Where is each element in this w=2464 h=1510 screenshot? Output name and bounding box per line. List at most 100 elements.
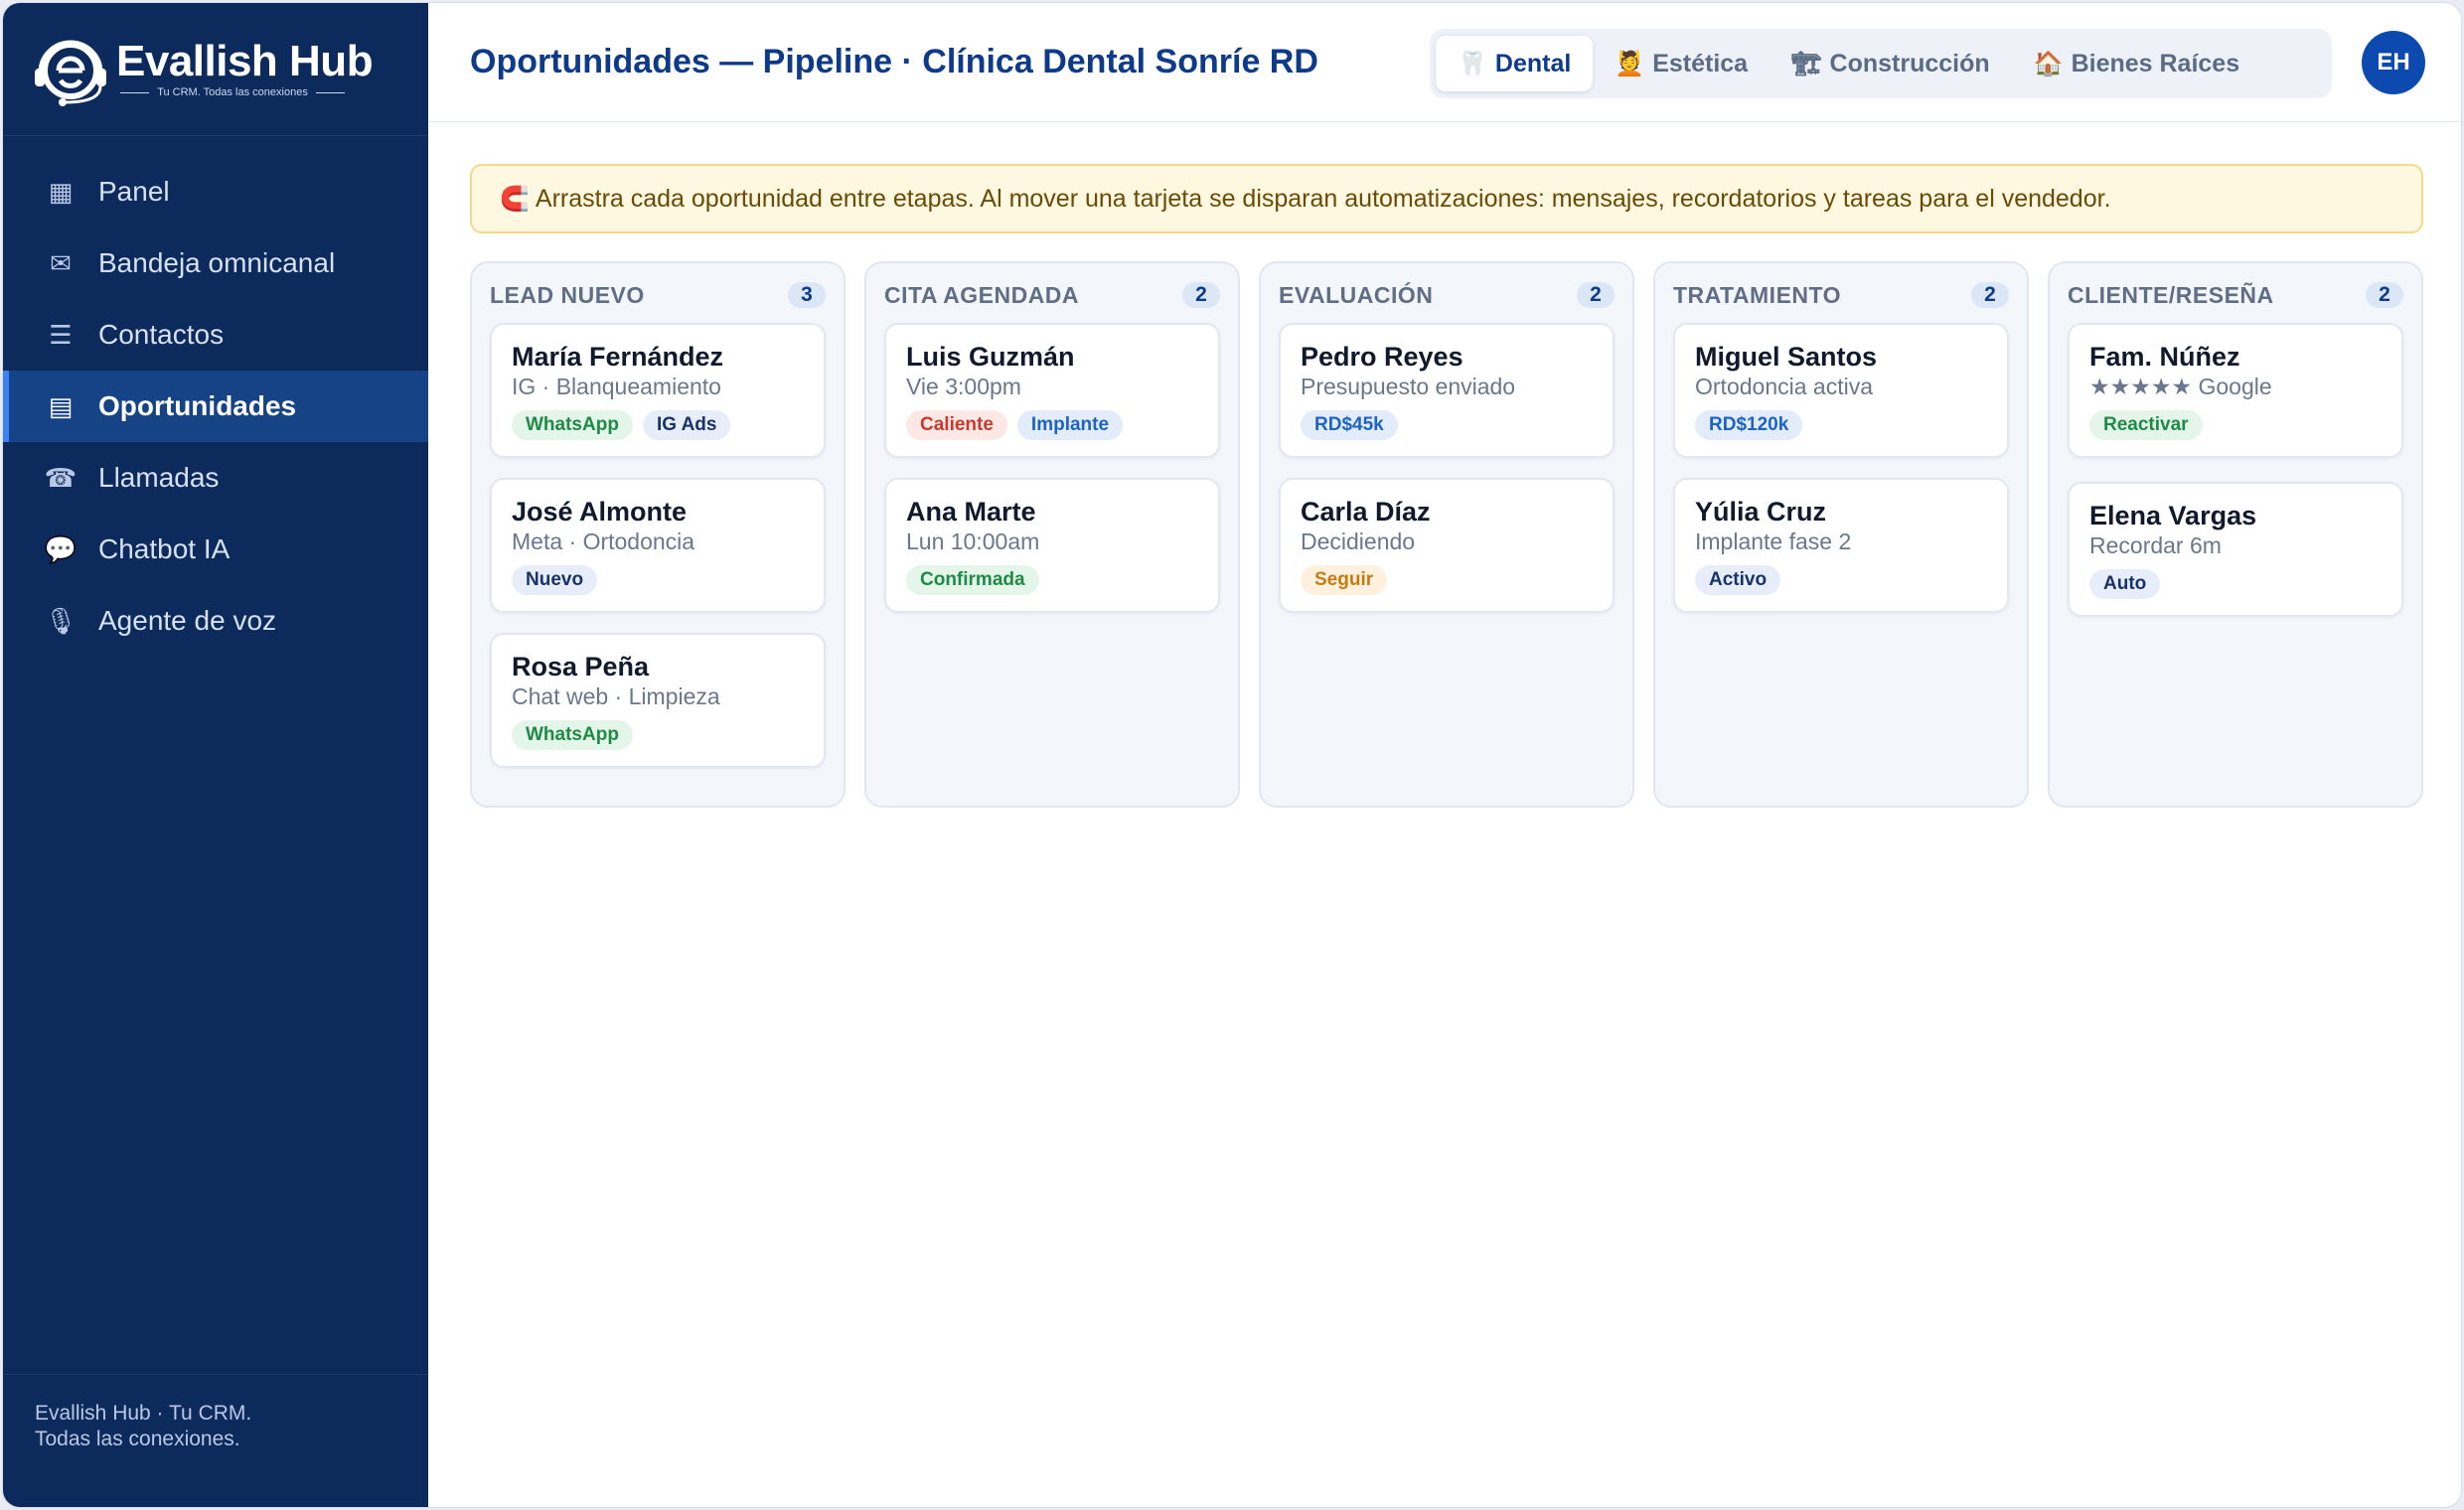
column-title: CLIENTE/RESEÑA [2068,281,2274,308]
sidebar-item-bandeja-omnicanal[interactable]: ✉ Bandeja omnicanal [3,227,428,299]
opportunity-card[interactable]: Carla Díaz Decidiendo Seguir [1279,478,1615,613]
opportunity-card[interactable]: Elena Vargas Recordar 6m Auto [2068,482,2403,617]
card-subtitle: Chat web · Limpieza [512,683,720,709]
tab-construccion[interactable]: 🏗 Construcción [1770,36,2012,91]
page-title: Oportunidades — Pipeline · Clínica Denta… [470,43,1318,80]
tag-amount: RD$120k [1695,410,1803,440]
sidebar-item-contactos[interactable]: ☰ Contactos [3,299,428,371]
tag-caliente: Caliente [906,410,1007,440]
tag-activo: Activo [1695,565,1781,595]
info-banner: 🧲 Arrastra cada oportunidad entre etapas… [470,164,2423,233]
column-header: TRATAMIENTO 2 [1673,279,2009,311]
sidebar-item-panel[interactable]: ▦ Panel [3,156,428,227]
card-name: Yúlia Cruz [1695,497,1827,527]
house-icon: 🏠 [2033,50,2064,77]
tag-whatsapp: WhatsApp [512,720,633,750]
card-tags: WhatsApp IG Ads [512,410,804,440]
sidebar-item-chatbot-ia[interactable]: 💬 Chatbot IA [3,514,428,585]
card-subtitle: Recordar 6m [2089,532,2222,558]
tag-nuevo: Nuevo [512,565,598,595]
avatar[interactable]: EH [2362,31,2425,94]
card-tags: Auto [2089,569,2382,599]
brand-name: Evallish Hub [116,37,374,85]
list-icon: ☰ [49,319,73,350]
stage-column-lead-nuevo: LEAD NUEVO 3 María Fernández IG · Blanqu… [470,261,846,808]
sidebar-item-label: Oportunidades [98,390,297,421]
column-title: EVALUACIÓN [1279,281,1434,308]
tag-ig-ads: IG Ads [642,410,731,440]
magnet-icon: 🧲 [500,185,530,213]
card-subtitle: IG · Blanqueamiento [512,374,721,399]
sidebar-item-label: Llamadas [98,462,220,493]
opportunity-card[interactable]: Miguel Santos Ortodoncia activa RD$120k [1673,323,2009,458]
column-count-badge: 3 [788,282,826,308]
tab-estetica[interactable]: 💆 Estética [1593,36,1770,91]
opportunity-card[interactable]: Pedro Reyes Presupuesto enviado RD$45k [1279,323,1615,458]
top-header: Oportunidades — Pipeline · Clínica Denta… [428,3,2461,122]
envelope-icon: ✉ [50,247,72,278]
card-subtitle: Decidiendo [1301,528,1416,554]
sidebar-item-agente-de-voz[interactable]: 🎙 Agente de voz [3,585,428,657]
tag-amount: RD$45k [1301,410,1398,440]
beauty-icon: 💆 [1615,50,1645,77]
card-tags: Caliente Implante [906,410,1198,440]
sidebar-item-llamadas[interactable]: ☎ Llamadas [3,442,428,514]
card-name: María Fernández [512,342,724,372]
crane-icon: 🏗 [1791,50,1822,77]
brand-tagline: Tu CRM. Todas las conexiones [120,86,346,98]
card-subtitle: Vie 3:00pm [906,374,1021,399]
card-tags: Nuevo [512,565,804,595]
opportunity-card[interactable]: Yúlia Cruz Implante fase 2 Activo [1673,478,2009,613]
column-header: EVALUACIÓN 2 [1279,279,1615,311]
card-name: José Almonte [512,497,688,527]
card-tags: WhatsApp [512,720,804,750]
footer-line: Todas las conexiones. [35,1428,240,1450]
opportunity-card[interactable]: Fam. Núñez ★★★★★ Google Reactivar [2068,323,2403,458]
sidebar-nav: ▦ Panel ✉ Bandeja omnicanal ☰ Contactos … [3,156,428,657]
column-count-badge: 2 [1182,282,1220,308]
brand: Evallish Hub Tu CRM. Todas las conexione… [3,3,428,136]
column-title: TRATAMIENTO [1673,281,1842,308]
card-subtitle: Ortodoncia activa [1695,374,1873,399]
tag-auto: Auto [2089,569,2161,599]
tab-dental[interactable]: 🦷 Dental [1436,36,1594,91]
tag-confirmada: Confirmada [906,565,1039,595]
headset-logo-icon [35,40,106,106]
opportunity-card[interactable]: Ana Marte Lun 10:00am Confirmada [884,478,1220,613]
stage-column-cita-agendada: CITA AGENDADA 2 Luis Guzmán Vie 3:00pm C… [864,261,1240,808]
banner-text: Arrastra cada oportunidad entre etapas. … [535,184,2111,213]
sidebar-item-label: Chatbot IA [98,533,231,564]
card-tags: Seguir [1301,565,1593,595]
sidebar-item-label: Contactos [98,319,225,350]
opportunity-card[interactable]: Rosa Peña Chat web · Limpieza WhatsApp [490,633,826,768]
column-header: CITA AGENDADA 2 [884,279,1220,311]
pipeline-board: LEAD NUEVO 3 María Fernández IG · Blanqu… [470,261,2423,808]
board-icon: ▤ [48,390,74,421]
column-header: LEAD NUEVO 3 [490,279,826,311]
tab-label: Dental [1494,49,1572,77]
tab-label: Bienes Raíces [2071,49,2240,77]
card-name: Carla Díaz [1301,497,1431,527]
footer-line: Evallish Hub · Tu CRM. [35,1402,252,1425]
stage-column-cliente-resena: CLIENTE/RESEÑA 2 Fam. Núñez ★★★★★ Google… [2048,261,2423,808]
sidebar-item-label: Bandeja omnicanal [98,247,336,278]
column-title: CITA AGENDADA [884,281,1080,308]
column-count-badge: 2 [2366,282,2403,308]
tab-label: Estética [1652,49,1749,77]
opportunity-card[interactable]: José Almonte Meta · Ortodoncia Nuevo [490,478,826,613]
opportunity-card[interactable]: María Fernández IG · Blanqueamiento What… [490,323,826,458]
card-subtitle: Meta · Ortodoncia [512,528,695,554]
opportunity-card[interactable]: Luis Guzmán Vie 3:00pm Caliente Implante [884,323,1220,458]
card-tags: Reactivar [2089,410,2382,440]
card-name: Rosa Peña [512,652,650,681]
sidebar-item-oportunidades[interactable]: ▤ Oportunidades [3,371,428,442]
column-header: CLIENTE/RESEÑA 2 [2068,279,2403,311]
tab-bienes-raices[interactable]: 🏠 Bienes Raíces [2012,36,2261,91]
card-name: Miguel Santos [1695,342,1878,372]
card-tags: RD$45k [1301,410,1593,440]
sidebar-footer: Evallish Hub · Tu CRM. Todas las conexio… [3,1374,428,1507]
card-name: Ana Marte [906,497,1036,527]
sidebar: Evallish Hub Tu CRM. Todas las conexione… [3,3,428,1507]
card-tags: Activo [1695,565,1987,595]
app-window: Evallish Hub Tu CRM. Todas las conexione… [2,2,2462,1508]
